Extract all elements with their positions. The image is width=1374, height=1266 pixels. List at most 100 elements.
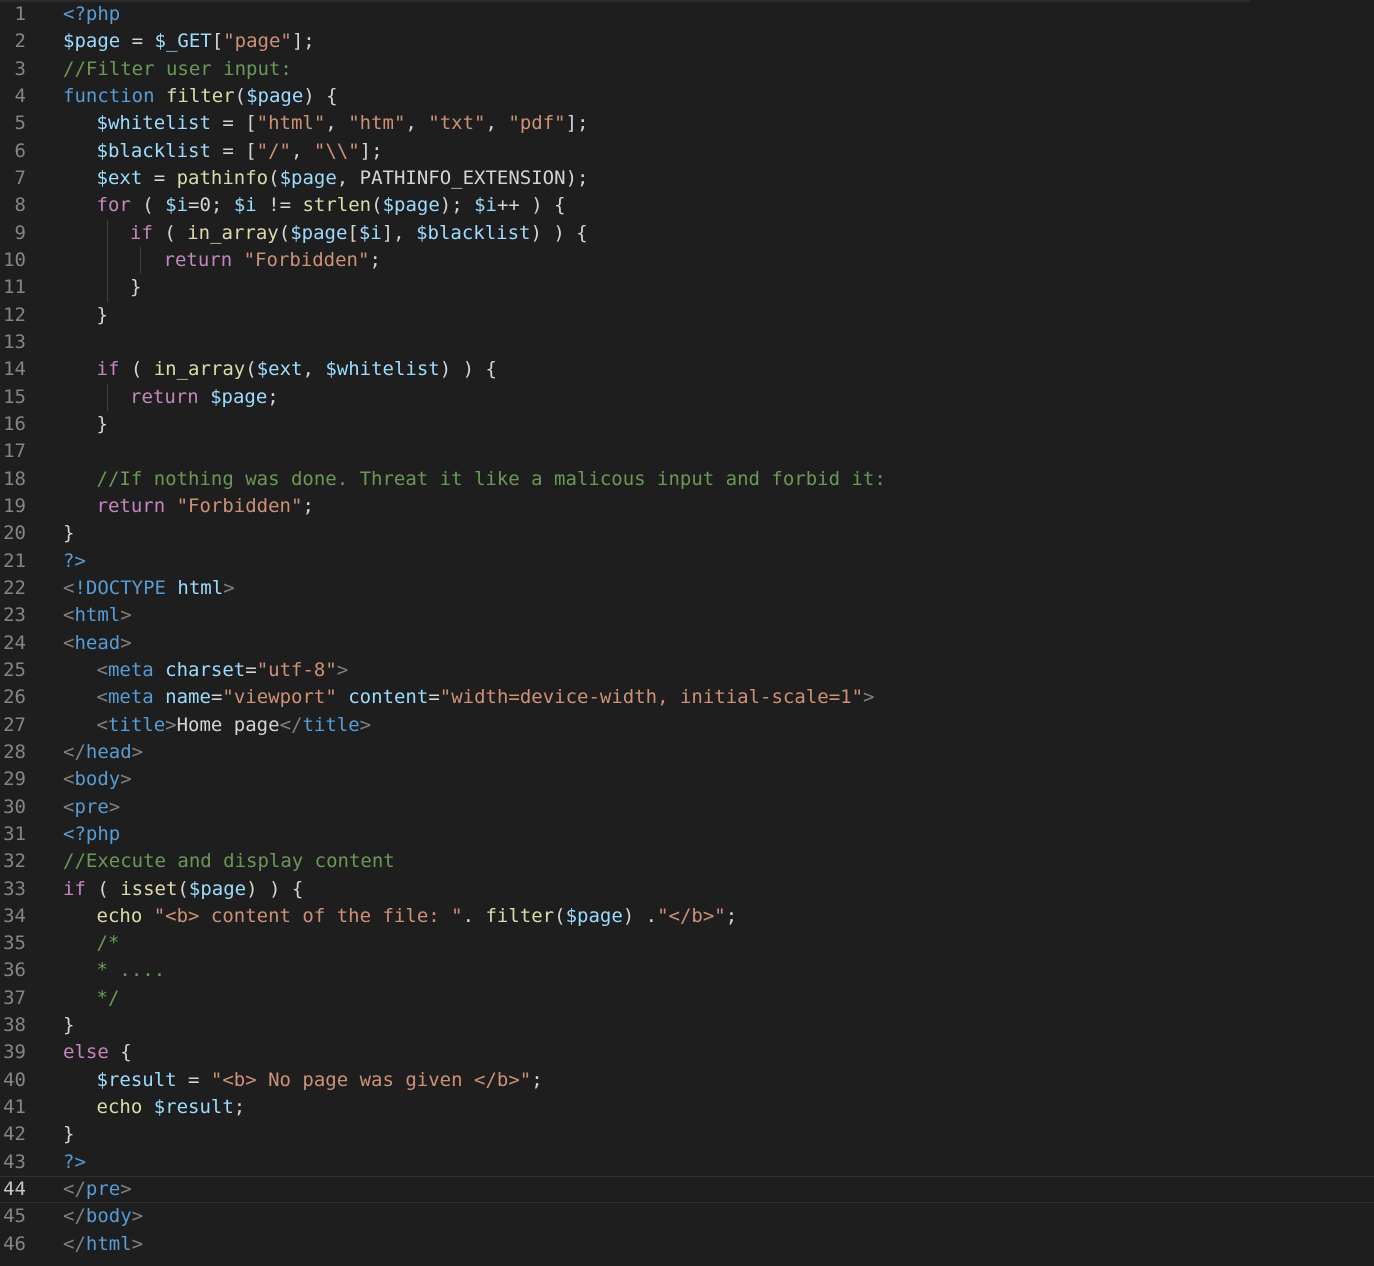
code-text[interactable]: return "Forbidden";: [97, 493, 314, 520]
code-text[interactable]: ?>: [63, 1149, 86, 1176]
code-text[interactable]: echo $result;: [97, 1094, 246, 1121]
code-line[interactable]: 27 <title>Home page</title>: [0, 712, 1374, 739]
code-text[interactable]: $ext = pathinfo($page, PATHINFO_EXTENSIO…: [97, 165, 589, 192]
code-line[interactable]: 39 else {: [0, 1039, 1374, 1066]
code-line[interactable]: 9 if ( in_array($page[$i], $blacklist) ) …: [0, 219, 1374, 247]
code-line[interactable]: 17: [0, 438, 1374, 465]
code-line[interactable]: 32 //Execute and display content: [0, 848, 1374, 875]
code-text[interactable]: if ( isset($page) ) {: [63, 876, 303, 903]
code-line[interactable]: 18 //If nothing was done. Threat it like …: [0, 466, 1374, 493]
code-text[interactable]: <meta charset="utf-8">: [97, 657, 349, 684]
code-line[interactable]: 16}: [0, 411, 1374, 438]
code-text[interactable]: //Filter user input:: [63, 56, 292, 83]
code-line[interactable]: 38}: [0, 1012, 1374, 1039]
code-line[interactable]: 8 for ( $i=0; $i != strlen($page); $i++ )…: [0, 192, 1374, 219]
code-line[interactable]: 14 if ( in_array($ext, $whitelist) ) {: [0, 356, 1374, 383]
code-text[interactable]: //Execute and display content: [63, 848, 395, 875]
code-text[interactable]: if ( in_array($ext, $whitelist) ) {: [97, 356, 497, 383]
code-line[interactable]: 34 echo "<b> content of the file: ". filt…: [0, 903, 1374, 930]
code-text[interactable]: }: [63, 520, 74, 547]
code-line[interactable]: 11}: [0, 274, 1374, 302]
code-text[interactable]: $whitelist = ["html", "htm", "txt", "pdf…: [97, 110, 589, 137]
code-line[interactable]: 15 return $page;: [0, 383, 1374, 411]
code-token: );: [439, 194, 475, 217]
line-number: 2: [14, 30, 26, 53]
code-line[interactable]: 33 if ( isset($page) ) {: [0, 876, 1374, 903]
code-line[interactable]: 36 * ....: [0, 957, 1374, 984]
code-line[interactable]: 5 $whitelist = ["html", "htm", "txt", "pd…: [0, 110, 1374, 137]
code-text[interactable]: return "Forbidden";: [164, 247, 381, 274]
code-text[interactable]: <?php: [63, 821, 120, 848]
code-text[interactable]: function filter($page) {: [63, 83, 338, 110]
code-text[interactable]: </pre>: [63, 1176, 132, 1203]
code-text[interactable]: </body>: [63, 1203, 143, 1230]
code-text[interactable]: $blacklist = ["/", "\\"];: [97, 138, 383, 165]
code-line[interactable]: 31 <?php: [0, 821, 1374, 848]
code-line[interactable]: 41 echo $result;: [0, 1094, 1374, 1121]
code-line[interactable]: 44 </pre>: [0, 1176, 1374, 1203]
code-line[interactable]: 7 $ext = pathinfo($page, PATHINFO_EXTENSI…: [0, 165, 1374, 192]
code-token: }: [96, 303, 108, 326]
code-text[interactable]: $result = "<b> No page was given </b>";: [97, 1067, 543, 1094]
code-text[interactable]: for ( $i=0; $i != strlen($page); $i++ ) …: [97, 192, 566, 219]
code-text[interactable]: </head>: [63, 739, 143, 766]
code-line[interactable]: 20}: [0, 520, 1374, 547]
code-text[interactable]: </html>: [63, 1231, 143, 1258]
code-line[interactable]: 42}: [0, 1121, 1374, 1148]
code-line[interactable]: 23 <html>: [0, 602, 1374, 629]
code-line[interactable]: 45 </body>: [0, 1203, 1374, 1230]
code-text[interactable]: <html>: [63, 602, 132, 629]
code-text[interactable]: /*: [97, 930, 120, 957]
code-text[interactable]: }: [97, 411, 108, 438]
code-text[interactable]: <pre>: [63, 794, 120, 821]
code-token: $page: [246, 84, 304, 107]
line-number: 29: [3, 768, 26, 791]
code-line[interactable]: 26 <meta name="viewport" content="width=d…: [0, 684, 1374, 711]
code-text[interactable]: <title>Home page</title>: [97, 712, 372, 739]
code-line[interactable]: 13: [0, 329, 1374, 356]
code-text[interactable]: <?php: [63, 1, 120, 28]
code-line[interactable]: 3 //Filter user input:: [0, 56, 1374, 83]
code-line[interactable]: 1 <?php: [0, 1, 1374, 28]
code-text[interactable]: }: [63, 1012, 74, 1039]
code-line[interactable]: 29 <body>: [0, 766, 1374, 793]
code-text[interactable]: <meta name="viewport" content="width=dev…: [97, 684, 875, 711]
code-text[interactable]: }: [63, 1121, 74, 1148]
code-line[interactable]: 30 <pre>: [0, 794, 1374, 821]
code-text[interactable]: }: [130, 274, 141, 301]
code-text[interactable]: }: [97, 302, 108, 329]
code-line[interactable]: 37 */: [0, 985, 1374, 1012]
code-text[interactable]: return $page;: [130, 384, 279, 411]
code-text[interactable]: <head>: [63, 630, 132, 657]
code-text[interactable]: //If nothing was done. Threat it like a …: [97, 466, 886, 493]
code-line[interactable]: 40 $result = "<b> No page was given </b>"…: [0, 1067, 1374, 1094]
indent-guide: [140, 246, 141, 275]
code-text[interactable]: ?>: [63, 548, 86, 575]
code-text[interactable]: else {: [63, 1039, 132, 1066]
code-line[interactable]: 43 ?>: [0, 1149, 1374, 1176]
code-line[interactable]: 46 </html>: [0, 1231, 1374, 1258]
code-line[interactable]: 21 ?>: [0, 548, 1374, 575]
code-text[interactable]: * ....: [97, 957, 166, 984]
code-line[interactable]: 19 return "Forbidden";: [0, 493, 1374, 520]
code-line[interactable]: 25 <meta charset="utf-8">: [0, 657, 1374, 684]
code-text[interactable]: <body>: [63, 766, 132, 793]
code-line[interactable]: 22 <!DOCTYPE html>: [0, 575, 1374, 602]
code-line[interactable]: 35 /*: [0, 930, 1374, 957]
code-text[interactable]: if ( in_array($page[$i], $blacklist) ) {: [130, 220, 588, 247]
code-lines[interactable]: 1 <?php 2 $page = $_GET["page"]; 3//Filter u…: [0, 1, 1374, 1258]
code-editor[interactable]: 1 <?php 2 $page = $_GET["page"]; 3//Filter u…: [0, 0, 1374, 1266]
code-line[interactable]: 10 return "Forbidden";: [0, 246, 1374, 275]
code-line[interactable]: 2 $page = $_GET["page"];: [0, 28, 1374, 55]
code-line[interactable]: 24 <head>: [0, 630, 1374, 657]
code-text[interactable]: */: [97, 985, 120, 1012]
code-text[interactable]: echo "<b> content of the file: ". filter…: [97, 903, 738, 930]
code-text[interactable]: $page = $_GET["page"];: [63, 28, 315, 55]
code-token: ,: [336, 166, 360, 189]
code-line[interactable]: 12}: [0, 302, 1374, 329]
code-line[interactable]: 28 </head>: [0, 739, 1374, 766]
code-text[interactable]: <!DOCTYPE html>: [63, 575, 235, 602]
code-line[interactable]: 4 function filter($page) {: [0, 83, 1374, 110]
code-line[interactable]: 6 $blacklist = ["/", "\\"];: [0, 138, 1374, 165]
